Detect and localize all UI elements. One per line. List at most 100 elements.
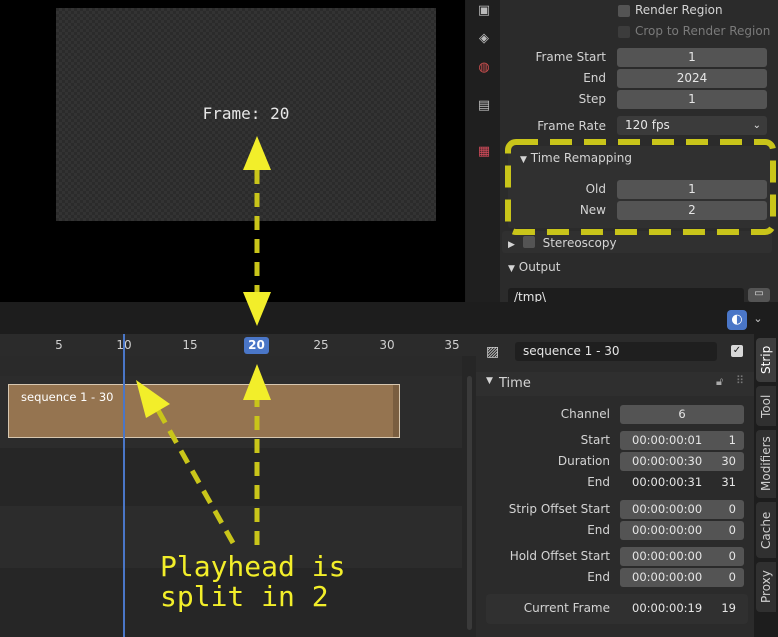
lock-icon[interactable]: 🔓︎	[716, 375, 723, 389]
ruler-tick: 5	[55, 338, 63, 352]
movie-strip[interactable]: sequence 1 - 30	[8, 384, 400, 438]
collapse-triangle-icon: ▼	[486, 376, 493, 386]
time-panel-header[interactable]: ▼ Time 🔓︎ ⠿	[476, 372, 754, 396]
channel-row	[0, 356, 462, 376]
view-layer-tab-icon[interactable]: ◈	[474, 28, 494, 48]
render-region-checkbox[interactable]	[618, 5, 630, 17]
frame: 0	[728, 549, 736, 563]
timecode: 00:00:00:00	[632, 502, 703, 516]
frame-ruler[interactable]: 5 10 15 20 25 30 35	[0, 334, 476, 356]
start-frame: 1	[728, 433, 736, 447]
sequencer-preview[interactable]: Frame: 20	[0, 0, 465, 302]
drag-handle-icon[interactable]: ⠿	[736, 374, 744, 387]
current-frame-number: 19	[721, 601, 736, 615]
strip-name-field[interactable]: sequence 1 - 30	[515, 342, 717, 361]
strip-handle[interactable]	[393, 385, 399, 437]
frame-step-field[interactable]: 1	[617, 90, 767, 109]
frame: 0	[728, 570, 736, 584]
start-field[interactable]: 00:00:00:01 1	[620, 431, 744, 450]
hold-offset-end-field[interactable]: 00:00:00:00 0	[620, 568, 744, 587]
texture-tab-icon[interactable]: ▦	[474, 141, 494, 161]
output-tab-icon[interactable]: ▣	[474, 0, 494, 20]
new-field[interactable]: 2	[617, 201, 767, 220]
frame-end-field[interactable]: 2024	[617, 69, 767, 88]
folder-icon[interactable]: ▭	[748, 288, 770, 302]
current-frame-timecode: 00:00:00:19	[632, 601, 703, 615]
stereoscopy-title: Stereoscopy	[542, 236, 617, 250]
chevron-down-icon[interactable]: ⌄	[751, 312, 765, 328]
tab-cache[interactable]: Cache	[756, 502, 776, 558]
playhead-line[interactable]	[123, 334, 125, 637]
frame-start-field[interactable]: 1	[617, 48, 767, 67]
time-remapping-header[interactable]: ▼ Time Remapping	[520, 151, 632, 165]
duration-label: Duration	[557, 454, 610, 468]
crop-region-label: Crop to Render Region	[635, 24, 771, 38]
strip-offset-end-label: End	[587, 523, 610, 537]
ruler-tick: 25	[313, 338, 329, 352]
hold-offset-end-label: End	[587, 570, 610, 584]
properties-tabs: ▣ ◈ ◍ ▤ ▦	[466, 0, 500, 302]
output-title: Output	[518, 260, 561, 274]
strip-offset-end-field[interactable]: 00:00:00:00 0	[620, 521, 744, 540]
frame-rate-value: 120 fps	[625, 118, 670, 132]
frame: 0	[728, 502, 736, 516]
sidebar-tabs: Strip Tool Modifiers Cache Proxy	[754, 334, 778, 637]
frame-text: Frame: 20	[202, 104, 290, 123]
render-region-label: Render Region	[635, 3, 723, 17]
end-frame: 31	[721, 475, 736, 489]
current-frame-label: Current Frame	[523, 601, 610, 615]
frame: 0	[728, 523, 736, 537]
stereoscopy-checkbox[interactable]	[522, 236, 535, 248]
expand-triangle-icon: ▶	[508, 240, 515, 250]
tab-strip[interactable]: Strip	[756, 338, 776, 382]
duration-timecode: 00:00:00:30	[632, 454, 703, 468]
time-panel-title: Time	[499, 376, 531, 391]
collapse-triangle-icon: ▼	[508, 264, 515, 274]
image-icon: ▨	[486, 344, 500, 360]
scene-tab-icon[interactable]: ◍	[474, 57, 494, 77]
strip-mute-checkbox[interactable]: ✓	[731, 345, 743, 357]
time-remapping-title: Time Remapping	[530, 151, 632, 165]
end-timecode: 00:00:00:31	[632, 475, 703, 489]
annotation-caption: Playhead is split in 2	[160, 550, 346, 613]
start-label: Start	[580, 433, 610, 447]
ruler-tick: 30	[379, 338, 395, 352]
strip-sidebar: ▨ sequence 1 - 30 ✓ ▼ Time 🔓︎ ⠿ Channel …	[476, 334, 754, 637]
collection-tab-icon[interactable]: ▤	[474, 95, 494, 115]
strip-label: sequence 1 - 30	[21, 390, 114, 404]
vertical-scrollbar[interactable]	[465, 374, 473, 637]
start-timecode: 00:00:00:01	[632, 433, 703, 447]
properties-editor: Render Region Crop to Render Region Fram…	[466, 0, 778, 307]
stereoscopy-header[interactable]: ▶ Stereoscopy	[508, 235, 617, 250]
collapse-triangle-icon: ▼	[520, 155, 527, 165]
duration-field[interactable]: 00:00:00:30 30	[620, 452, 744, 471]
ruler-tick: 35	[444, 338, 460, 352]
old-field[interactable]: 1	[617, 180, 767, 199]
output-header[interactable]: ▼ Output	[508, 260, 560, 274]
frame-rate-dropdown[interactable]: 120 fps ⌄	[617, 116, 767, 135]
preview-canvas: Frame: 20	[56, 8, 436, 221]
chevron-down-icon: ⌄	[752, 120, 761, 131]
timecode: 00:00:00:00	[632, 549, 703, 563]
tab-tool[interactable]: Tool	[756, 386, 776, 426]
scrollbar-thumb[interactable]	[467, 376, 472, 630]
end-label: End	[587, 475, 610, 489]
channel-row	[0, 448, 462, 506]
playhead-frame-badge[interactable]: 20	[244, 337, 269, 354]
channel-field[interactable]: 6	[620, 405, 744, 424]
tab-proxy[interactable]: Proxy	[756, 562, 776, 612]
strip-offset-start-field[interactable]: 00:00:00:00 0	[620, 500, 744, 519]
overlay-toggle-icon[interactable]: ◐	[727, 310, 747, 330]
ruler-tick: 15	[182, 338, 198, 352]
timecode: 00:00:00:00	[632, 523, 703, 537]
current-frame-value: 00:00:00:19 19	[620, 599, 744, 618]
crop-region-checkbox[interactable]	[618, 26, 630, 38]
tab-modifiers[interactable]: Modifiers	[756, 430, 776, 498]
editor-divider: ◐ ⌄	[0, 302, 778, 334]
strip-offset-start-label: Strip Offset Start	[508, 502, 610, 516]
hold-offset-start-label: Hold Offset Start	[509, 549, 610, 563]
channel-label: Channel	[560, 407, 610, 421]
hold-offset-start-field[interactable]: 00:00:00:00 0	[620, 547, 744, 566]
timecode: 00:00:00:00	[632, 570, 703, 584]
duration-frame: 30	[721, 454, 736, 468]
